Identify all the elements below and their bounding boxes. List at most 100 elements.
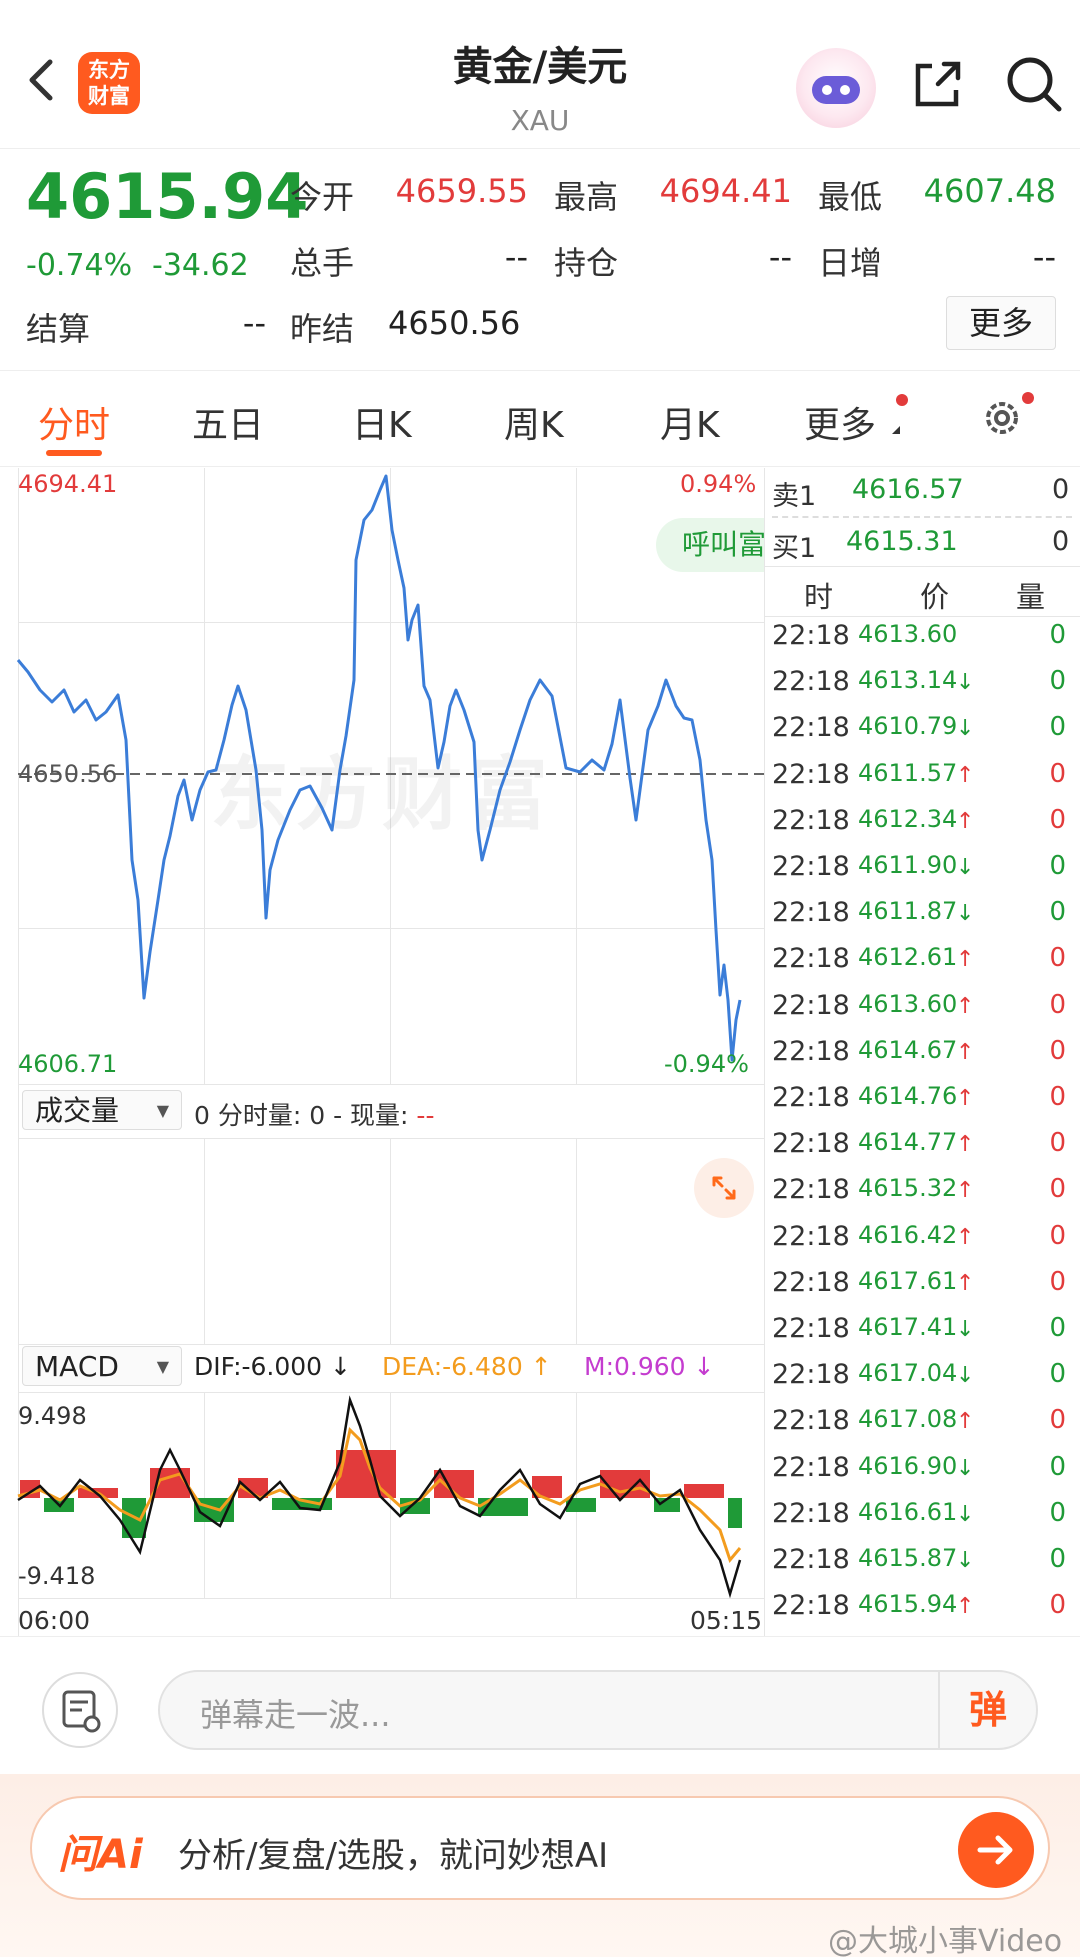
tick-time: 22:18: [772, 1497, 850, 1529]
danmaku-button-label: 弹: [968, 1688, 1007, 1732]
ask-ai-bar[interactable]: 问Ai 分析/复盘/选股，就问妙想AI: [30, 1796, 1050, 1900]
tick-qty: 0: [1049, 897, 1066, 928]
call-rich-button[interactable]: 呼叫富: [656, 518, 764, 572]
tick-qty: 0: [1049, 1497, 1066, 1528]
tick-time: 22:18: [772, 1405, 850, 1437]
tick-qty: 0: [1049, 943, 1066, 974]
tick-time: 22:18: [772, 1128, 850, 1160]
note-icon[interactable]: [42, 1672, 118, 1748]
tick-qty: 0: [1049, 1405, 1066, 1436]
tick-direction-arrow-icon: ↑: [956, 993, 975, 1019]
tick-row: 22:18 4617.61 0 ↑: [772, 1267, 1072, 1313]
tick-row: 22:18 4614.77 0 ↑: [772, 1128, 1072, 1174]
tick-direction-arrow-icon: ↑: [956, 1594, 975, 1620]
tick-row: 22:18 4611.90 0 ↓: [772, 851, 1072, 897]
tick-direction-arrow-icon: ↓: [956, 1548, 975, 1573]
tick-direction-arrow-icon: ↑: [956, 1086, 975, 1111]
danmaku-input[interactable]: 弹幕走一波... 弹: [158, 1670, 1038, 1750]
sell1-label: 卖1: [772, 481, 817, 512]
tick-time: 22:18: [772, 943, 850, 975]
y-min-label: 4606.71: [18, 1050, 118, 1078]
tick-direction-arrow-icon: ↑: [956, 947, 975, 973]
macd-dea-value: DEA:-6.480 ↑: [382, 1352, 552, 1381]
tick-row: 22:18 4613.60 0 ↑: [772, 990, 1072, 1036]
tick-direction-arrow-icon: ↑: [956, 808, 975, 834]
tick-qty: 0: [1049, 851, 1066, 881]
tick-time: 22:18: [772, 1544, 850, 1575]
danmaku-placeholder: 弹幕走一波...: [200, 1696, 391, 1734]
tick-qty: 0: [1049, 1035, 1066, 1066]
ai-go-button[interactable]: [958, 1812, 1034, 1888]
tick-time: 22:18: [772, 1082, 850, 1113]
tick-price: 4616.61: [858, 1497, 958, 1526]
macd-histogram: [20, 1450, 742, 1538]
price-line: [16, 474, 742, 1062]
tick-price: 4613.14: [858, 666, 958, 695]
macd-min-label: -9.418: [18, 1562, 96, 1590]
tick-direction-arrow-icon: ↓: [956, 716, 975, 742]
tick-time: 22:18: [772, 758, 850, 790]
ticks-divider: [764, 566, 1080, 567]
tick-direction-arrow-icon: ↑: [956, 1270, 975, 1296]
tick-time: 22:18: [772, 1590, 850, 1622]
sell1-price: 4616.57: [852, 474, 964, 505]
volume-indicator-select[interactable]: 成交量 ▼: [22, 1090, 182, 1130]
tick-time: 22:18: [772, 1174, 850, 1206]
tick-row: 22:18 4617.08 0 ↑: [772, 1405, 1072, 1451]
tick-price: 4615.32: [858, 1174, 958, 1203]
tick-row: 22:18 4613.60 0: [772, 620, 1072, 666]
time-end-label: 05:15: [690, 1606, 763, 1635]
sell1-qty: 0: [1052, 474, 1070, 505]
tick-direction-arrow-icon: ↓: [956, 1317, 975, 1342]
buy1-qty: 0: [1052, 526, 1070, 557]
danmaku-send-button[interactable]: 弹: [938, 1670, 1036, 1750]
tick-qty: 0: [1049, 1128, 1066, 1159]
macd-m-value: M:0.960 ↓: [584, 1352, 715, 1381]
bottom-divider: [0, 1636, 1080, 1637]
tick-qty: 0: [1049, 804, 1066, 835]
tick-row: 22:18 4616.90 0 ↓: [772, 1452, 1072, 1498]
tick-price: 4617.41: [858, 1313, 958, 1341]
tick-time: 22:18: [772, 897, 850, 929]
y-ref-label: 4650.56: [18, 760, 118, 788]
tick-row: 22:18 4614.76 0 ↑: [772, 1082, 1072, 1128]
tick-price: 4611.90: [858, 851, 958, 879]
tick-row: 22:18 4617.41 0 ↓: [772, 1313, 1072, 1359]
tick-price: 4614.76: [858, 1082, 958, 1110]
volume-info: 0 分时量: 0 - 现量: --: [194, 1096, 434, 1132]
tick-qty: 0: [1049, 712, 1066, 743]
ticks-divider: [764, 616, 1080, 617]
tick-price: 4611.87: [858, 897, 958, 926]
tick-row: 22:18 4615.87 0 ↓: [772, 1544, 1072, 1590]
tick-row: 22:18 4617.04 0 ↓: [772, 1359, 1072, 1405]
tick-direction-arrow-icon: ↓: [956, 670, 975, 696]
tick-row: 22:18 4613.14 0 ↓: [772, 666, 1072, 712]
tick-time: 22:18: [772, 1035, 850, 1067]
footer-watermark: @大城小事Video: [828, 1924, 1063, 1959]
tick-price: 4617.08: [858, 1405, 958, 1434]
tick-time: 22:18: [772, 620, 850, 651]
tick-qty: 0: [1049, 1544, 1066, 1574]
tick-qty: 0: [1049, 1359, 1066, 1390]
tick-row: 22:18 4615.94 0 ↑: [772, 1590, 1072, 1636]
tick-time: 22:18: [772, 1266, 850, 1298]
tick-direction-arrow-icon: ↑: [956, 1178, 975, 1204]
expand-icon[interactable]: [694, 1158, 754, 1218]
tick-qty: 0: [1049, 989, 1066, 1020]
tick-qty: 0: [1049, 1266, 1066, 1297]
tick-time: 22:18: [772, 1220, 850, 1252]
macd-max-label: 9.498: [18, 1402, 87, 1430]
tick-row: 22:18 4615.32 0 ↑: [772, 1174, 1072, 1220]
tick-price: 4614.67: [858, 1035, 958, 1064]
tick-row: 22:18 4612.61 0 ↑: [772, 943, 1072, 989]
macd-indicator-select[interactable]: MACD ▼: [22, 1346, 182, 1386]
arrow-right-icon: [977, 1835, 1013, 1865]
macd-dif-value: DIF:-6.000 ↓: [194, 1352, 351, 1381]
tick-price: 4612.61: [858, 943, 958, 972]
col-qty-header: 量: [1016, 580, 1046, 614]
chevron-down-icon: ▼: [156, 1357, 169, 1376]
ai-prompt-text: 分析/复盘/选股，就问妙想AI: [178, 1836, 609, 1876]
y-max-label: 4694.41: [18, 470, 118, 498]
tick-price: 4617.04: [858, 1359, 958, 1388]
tick-time: 22:18: [772, 1359, 850, 1391]
